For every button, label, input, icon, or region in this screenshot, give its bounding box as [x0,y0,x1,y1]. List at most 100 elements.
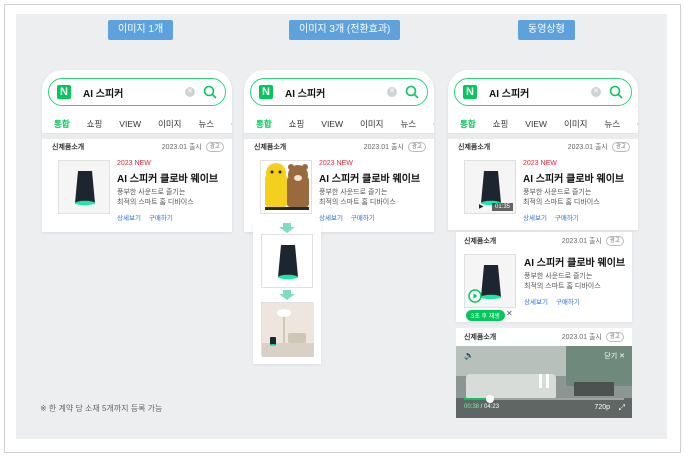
speaker-image [481,265,501,300]
ad-badge: 광고 [605,236,624,246]
pause-icon[interactable] [538,374,550,388]
more-icon[interactable]: ••• [637,119,638,129]
speaker-image [75,171,95,206]
buy-link[interactable]: 구매하기 [556,299,580,306]
product-info: 2023 NEW AI 스피커 클로바 웨이브 풍부한 사운드로 즐기는최적의 … [319,160,420,222]
search-tabs: 통합 쇼핑 VIEW 이미지 뉴스 ••• [244,114,434,134]
video-duration: 01:35 [491,203,513,211]
ad-badge: 광고 [605,332,624,342]
detail-link[interactable]: 상세보기 [117,215,141,222]
search-icon[interactable] [609,85,623,99]
progress-knob[interactable] [485,395,494,403]
detail-link[interactable]: 상세보기 [523,215,547,222]
search-bar[interactable]: N AI 스피커 ✕ [454,78,632,106]
desc-line-2: 최적의 스마트 홈 디바이스 [117,199,194,206]
ad-badge: 광고 [205,142,224,152]
video-thumbnail[interactable] [464,254,516,308]
product-thumbnail[interactable] [58,160,110,214]
total-time: 04:23 [484,404,500,410]
divider [42,134,232,139]
buy-link[interactable]: 구매하기 [555,215,579,222]
section-title: 신제품소개 [464,238,497,245]
play-icon[interactable]: ▶ [479,203,484,210]
more-icon[interactable]: ••• [433,119,434,129]
product-info: AI 스피커 클로바 웨이브 풍부한 사운드로 즐기는 최적의 스마트 홈 디바이… [524,254,625,306]
phone-single-image: N AI 스피커 ✕ 통합 쇼핑 VIEW 이미지 뉴스 ••• 신제품소개 2… [42,70,232,232]
naver-logo: N [259,85,273,99]
tab-view[interactable]: VIEW [525,119,547,129]
product-desc: 풍부한 사운드로 즐기는최적의 스마트 홈 디바이스 [319,188,420,208]
desc-line-1: 풍부한 사운드로 즐기는 [319,189,388,196]
tab-all[interactable]: 통합 [54,118,70,130]
product-desc: 풍부한 사운드로 즐기는 최적의 스마트 홈 디바이스 [523,188,624,208]
card-video-replay: 신제품소개 2023.01 출시 광고 3초 후 재생 ✕ AI 스피커 클로바… [456,232,632,322]
clear-icon[interactable]: ✕ [387,87,397,97]
tab-shopping[interactable]: 쇼핑 [493,118,509,130]
release-date: 2023.01 출시 [363,144,404,151]
search-icon[interactable] [405,85,419,99]
tab-image[interactable]: 이미지 [360,118,383,130]
tab-news[interactable]: 뉴스 [604,118,620,130]
search-query[interactable]: AI 스피커 [83,85,185,100]
more-icon[interactable]: ••• [231,119,232,129]
product-name[interactable]: AI 스피커 클로바 웨이브 [319,170,420,185]
product-name[interactable]: AI 스피커 클로바 웨이브 [524,254,625,269]
product-name[interactable]: AI 스피커 클로바 웨이브 [523,170,624,185]
search-icon[interactable] [203,85,217,99]
clear-icon[interactable]: ✕ [185,87,195,97]
desc-line-1: 풍부한 사운드로 즐기는 [117,189,186,196]
product-info: 2023 NEW AI 스피커 클로바 웨이브 풍부한 사운드로 즐기는최적의 … [117,160,218,222]
replay-play-icon[interactable] [468,289,482,303]
search-query[interactable]: AI 스피커 [489,85,591,100]
new-badge: 2023 NEW [319,160,353,167]
search-bar[interactable]: N AI 스피커 ✕ [48,78,226,106]
close-icon[interactable]: ✕ [506,309,513,318]
detail-link[interactable]: 상세보기 [524,299,548,306]
mute-icon[interactable]: 🔈 [464,351,474,360]
detail-link[interactable]: 상세보기 [319,215,343,222]
tab-news[interactable]: 뉴스 [400,118,416,130]
section-title: 신제품소개 [458,144,491,151]
new-badge: 2023 NEW [117,160,151,167]
ad-header: 신제품소개 2023.01 출시 광고 [52,140,224,154]
tab-shopping[interactable]: 쇼핑 [87,118,103,130]
video-player[interactable]: 🔈 닫기 ✕ 00:38 / 04:23 720p ⤢ [456,346,632,418]
search-query[interactable]: AI 스피커 [285,85,387,100]
divider [244,134,434,139]
speaker-image [481,171,501,206]
ad-badge: 광고 [407,142,426,152]
product-thumbnail-characters[interactable] [260,160,312,214]
transition-frame-speaker [261,234,313,288]
tab-news[interactable]: 뉴스 [198,118,214,130]
tab-image[interactable]: 이미지 [158,118,181,130]
progress-track[interactable] [464,395,624,403]
desc-line-2: 최적의 스마트 홈 디바이스 [319,199,396,206]
tab-view[interactable]: VIEW [321,119,343,129]
character-speakers-image [265,163,309,210]
buy-link[interactable]: 구매하기 [149,215,173,222]
video-thumbnail[interactable]: ▶ 01:35 [464,160,516,214]
clear-icon[interactable]: ✕ [591,87,601,97]
release-date: 2023.01 출시 [561,238,602,245]
fold-button[interactable]: 닫기 ✕ [604,351,625,361]
transition-strip [253,222,321,364]
tab-all[interactable]: 통합 [256,118,272,130]
search-tabs: 통합 쇼핑 VIEW 이미지 뉴스 ••• [448,114,638,134]
product-links: 상세보기 구매하기 [523,212,624,222]
product-desc: 풍부한 사운드로 즐기는최적의 스마트 홈 디바이스 [117,188,218,208]
tab-all[interactable]: 통합 [460,118,476,130]
replay-countdown[interactable]: 3초 후 재생 [466,310,505,321]
buy-link[interactable]: 구매하기 [351,215,375,222]
current-time: 00:38 [464,404,480,410]
room-scene-image [262,303,314,357]
naver-logo: N [463,85,477,99]
divider [448,134,638,139]
quality-setting[interactable]: 720p [594,404,610,411]
product-name[interactable]: AI 스피커 클로바 웨이브 [117,170,218,185]
tab-view[interactable]: VIEW [119,119,141,129]
arrow-down-icon [279,223,295,233]
tab-shopping[interactable]: 쇼핑 [289,118,305,130]
search-bar[interactable]: N AI 스피커 ✕ [250,78,428,106]
fullscreen-icon[interactable]: ⤢ [619,403,625,413]
tab-image[interactable]: 이미지 [564,118,587,130]
